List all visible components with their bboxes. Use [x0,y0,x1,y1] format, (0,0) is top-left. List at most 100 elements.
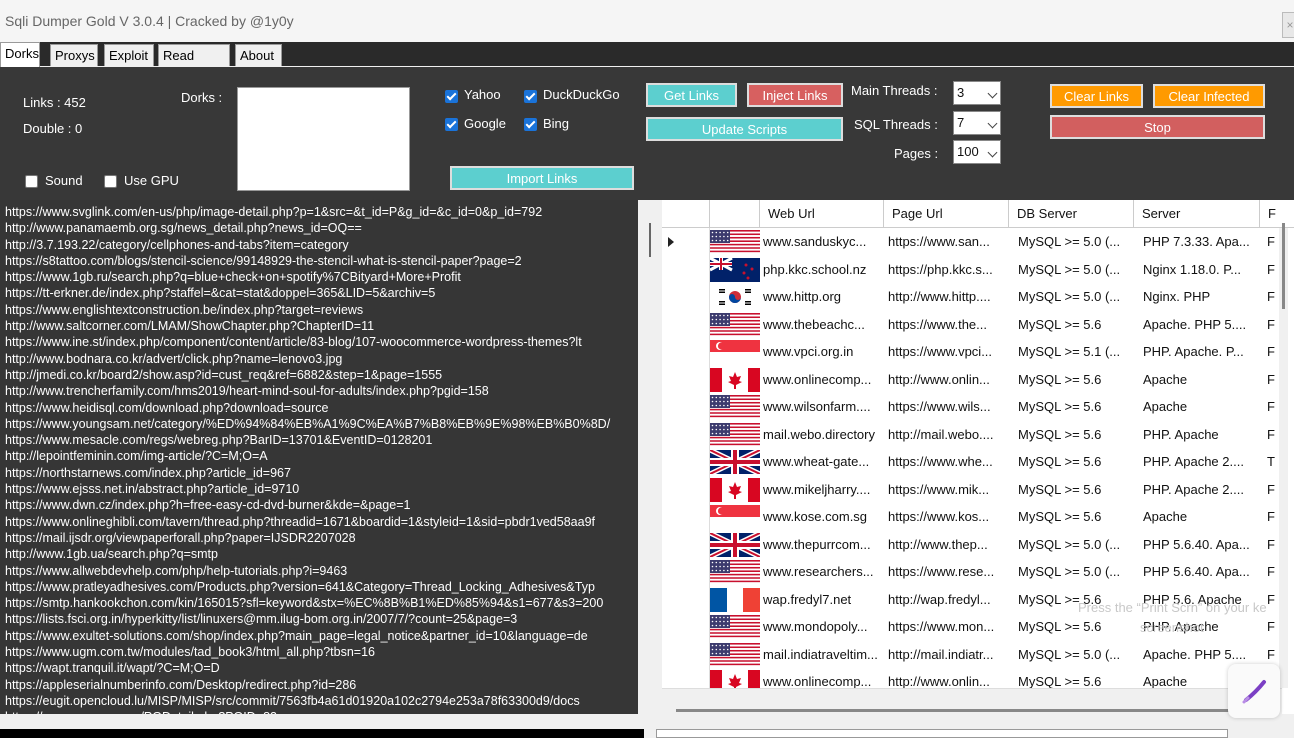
duckduckgo-label: DuckDuckGo [543,87,620,102]
row-selector[interactable] [662,420,710,448]
cell-page-url: https://www.mik... [888,481,990,497]
tab-proxys[interactable]: Proxys [50,44,98,66]
chevron-down-icon [987,118,998,129]
table-row[interactable]: www.mikeljharry.... https://www.mik... MyS… [662,475,1294,503]
tab-exploit[interactable]: Exploit [104,44,154,66]
grid-horizontal-scrollbar-thumb[interactable] [676,709,1271,712]
dorks-input[interactable] [237,87,410,191]
cell-db-server: MySQL >= 5.0 (... [1018,261,1121,277]
cell-page-url: https://www.rese... [888,564,995,579]
cell-web-url: www.mikeljharry.... [763,481,871,497]
row-selector[interactable] [662,448,710,476]
table-row[interactable]: www.sanduskyc... https://www.san... MySQL … [662,228,1294,256]
link-line: https://www.smame.com/PGDetail.php?PGID=… [5,709,637,714]
tab-dorks[interactable]: Dorks [0,42,40,67]
pages-select[interactable]: 100 [953,140,1001,164]
close-button[interactable]: × [1282,12,1294,38]
yahoo-checkbox[interactable] [445,90,458,103]
cell-db-server: MySQL >= 5.6 [1018,371,1102,387]
row-selector[interactable] [662,558,710,586]
use-gpu-checkbox[interactable] [104,175,117,188]
clear-infected-button[interactable]: Clear Infected [1153,84,1265,108]
link-line: https://www.youngsam.net/category/%ED%94… [5,416,611,431]
links-scrollbar-thumb[interactable] [649,223,651,257]
cell-server: Apache [1143,371,1188,387]
table-row[interactable]: www.wilsonfarm.... https://www.wils... MyS… [662,393,1294,421]
row-selector[interactable] [662,338,710,366]
row-selector[interactable] [662,365,710,393]
links-textbox[interactable]: https://www.svglink.com/en-us/php/image-… [0,200,638,714]
row-selector[interactable] [662,310,710,338]
update-scripts-button[interactable]: Update Scripts [646,117,843,141]
row-selector[interactable] [662,475,710,503]
row-header-corner [662,200,710,228]
table-row[interactable]: www.thebeachc... https://www.the... MySQL … [662,310,1294,338]
inject-links-button[interactable]: Inject Links [747,83,843,107]
google-checkbox[interactable] [445,118,458,131]
cell-db-server: MySQL >= 5.0 (... [1018,646,1121,662]
duckduckgo-checkbox[interactable] [524,90,537,103]
table-row[interactable]: www.onlinecomp... http://www.onlin... MySQ… [662,365,1294,393]
sound-checkbox[interactable] [25,175,38,188]
row-selector[interactable] [662,585,710,613]
table-row[interactable]: php.kkc.school.nz https://php.kkc.s... MyS… [662,255,1294,283]
link-line: http://www.trencherfamily.com/hms2019/he… [5,384,489,399]
sql-threads-select[interactable]: 7 [953,111,1001,135]
cell-page-url: http://www.thep... [888,536,988,552]
link-line: https://www.onlineghibli.com/tavern/thre… [5,514,595,529]
tab-read-files[interactable]: Read Files [158,44,230,85]
table-row[interactable]: www.wheat-gate... https://www.whe... MySQL… [662,448,1294,476]
row-selector[interactable] [662,255,710,283]
row-selector[interactable] [662,228,710,256]
clear-links-button[interactable]: Clear Links [1050,84,1143,108]
cell-page-url: http://mail.indiatr... [888,646,994,662]
country-flag-icon [710,615,760,639]
row-selector[interactable] [662,613,710,641]
double-count: Double : 0 [23,121,83,136]
grid-vertical-scrollbar-thumb[interactable] [1282,223,1285,309]
bing-checkbox[interactable] [524,118,537,131]
import-links-button[interactable]: Import Links [450,166,634,190]
column-header-server[interactable]: Server [1134,200,1260,228]
table-row[interactable]: mail.webo.directory http://mail.webo.... M… [662,420,1294,448]
links-scrollbar[interactable] [638,200,660,714]
tab-about[interactable]: About [235,44,282,66]
table-row[interactable]: www.vpci.org.in https://www.vpci... MySQL … [662,338,1294,366]
row-selector[interactable] [662,530,710,558]
row-selector[interactable] [662,283,710,311]
cell-web-url: www.thepurrcom... [763,536,871,552]
column-header-db-server[interactable]: DB Server [1009,200,1134,228]
column-header-web-url[interactable]: Web Url [760,200,884,228]
row-selector[interactable] [662,393,710,421]
country-flag-icon [710,257,760,282]
cell-web-url: www.mondopoly... [763,619,868,634]
row-selector[interactable] [662,640,710,668]
link-line: http://lepointfeminin.com/img-article/?C… [5,449,268,464]
link-line: http://3.7.193.22/category/cellphones-an… [5,237,349,252]
window-title: Sqli Dumper Gold V 3.0.4 | Cracked by @1… [5,13,294,29]
get-links-button[interactable]: Get Links [646,83,737,107]
cell-page-url: http://wap.fredyl... [888,591,991,607]
column-header-page-url[interactable]: Page Url [884,200,1009,228]
pen-tool-button[interactable] [1228,664,1280,718]
table-row[interactable]: www.kose.com.sg https://www.kos... MySQL >… [662,503,1294,531]
cell-db-server: MySQL >= 5.0 (... [1018,564,1121,579]
link-line: http://www.1gb.ua/search.php?q=smtp [5,547,218,562]
links-lines: https://www.svglink.com/en-us/php/image-… [5,204,637,714]
table-row[interactable]: www.researchers... https://www.rese... MyS… [662,558,1294,586]
cell-server: Apache [1143,399,1188,414]
table-row[interactable]: mail.indiatraveltim... http://mail.indiat… [662,640,1294,668]
row-selector[interactable] [662,503,710,531]
cell-server: PHP 5.6.40. Apa... [1143,564,1250,579]
cell-web-url: www.sanduskyc... [763,234,867,249]
cell-server: PHP 7.3.33. Apa... [1143,234,1250,249]
table-row[interactable]: www.thepurrcom... http://www.thep... MySQL… [662,530,1294,558]
cell-page-url: https://www.kos... [888,509,990,524]
chevron-down-icon [987,88,998,99]
link-line: https://www.ine.st/index.php/component/c… [5,335,582,350]
stop-button[interactable]: Stop [1050,115,1265,139]
title-bar: Sqli Dumper Gold V 3.0.4 | Cracked by @1… [0,0,1294,42]
column-header-f[interactable]: F [1260,200,1294,228]
table-row[interactable]: www.hittp.org http://www.hittp.... MySQL >… [662,283,1294,311]
main-threads-select[interactable]: 3 [953,81,1001,105]
